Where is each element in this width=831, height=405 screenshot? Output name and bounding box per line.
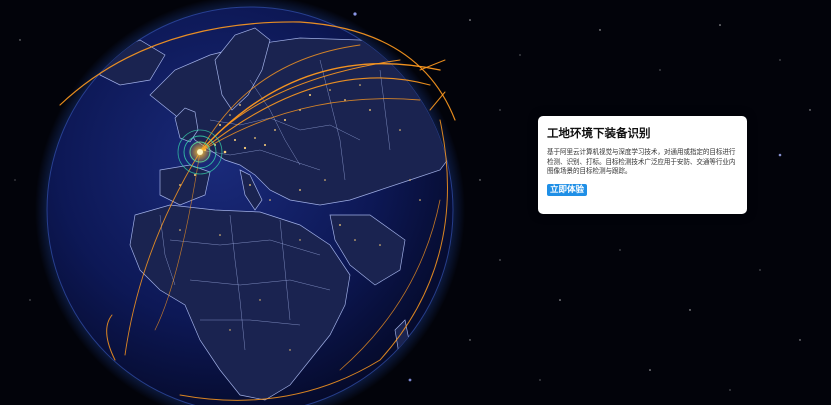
card-description: 基于阿里云计算机视觉与深度学习技术，对通用或指定的目标进行检测、识别、打标。目标… xyxy=(547,148,736,176)
info-card: 工地环境下装备识别 基于阿里云计算机视觉与深度学习技术，对通用或指定的目标进行检… xyxy=(538,116,747,214)
globe-scene: 工地环境下装备识别 基于阿里云计算机视觉与深度学习技术，对通用或指定的目标进行检… xyxy=(0,0,831,405)
card-title: 工地环境下装备识别 xyxy=(547,126,651,140)
try-now-button[interactable]: 立即体验 xyxy=(547,183,588,196)
